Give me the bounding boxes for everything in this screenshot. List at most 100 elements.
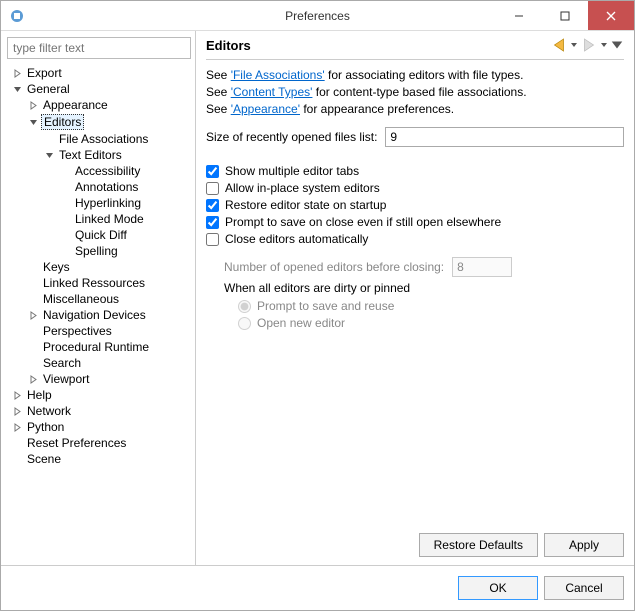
tree-item-label: Annotations [73,180,140,194]
sidebar: ExportGeneralAppearanceEditors File Assoc… [1,31,196,565]
spacer-icon [11,453,23,465]
recent-files-input[interactable] [385,127,624,147]
num-editors-label: Number of opened editors before closing: [224,260,444,274]
window-title: Preferences [285,9,350,23]
tree-item[interactable]: File Associations [7,131,191,147]
tree-item[interactable]: Spelling [7,243,191,259]
spacer-icon [27,261,39,273]
page-title: Editors [206,38,251,53]
spacer-icon [59,181,71,193]
maximize-button[interactable] [542,1,588,30]
tree-item[interactable]: Quick Diff [7,227,191,243]
desc-file-associations: See 'File Associations' for associating … [206,68,624,82]
tree-item[interactable]: Export [7,65,191,81]
tree-item[interactable]: Annotations [7,179,191,195]
expand-icon[interactable] [11,405,23,417]
checkbox[interactable] [206,182,219,195]
tree-item-label: Spelling [73,244,120,258]
tree-item[interactable]: Hyperlinking [7,195,191,211]
close-button[interactable] [588,1,634,30]
checkbox-row: Prompt to save on close even if still op… [206,215,624,229]
tree-item-label: Editors [41,114,84,130]
tree-item[interactable]: Miscellaneous [7,291,191,307]
checkbox[interactable] [206,216,219,229]
expand-icon[interactable] [11,421,23,433]
dialog-footer: OK Cancel [1,566,634,610]
content-types-link[interactable]: 'Content Types' [231,85,313,99]
back-dropdown-icon[interactable] [570,41,578,49]
checkbox[interactable] [206,233,219,246]
preferences-tree[interactable]: ExportGeneralAppearanceEditors File Assoc… [7,63,191,559]
collapse-icon[interactable] [27,116,39,128]
expand-icon[interactable] [11,67,23,79]
apply-button[interactable]: Apply [544,533,624,557]
tree-item[interactable]: Procedural Runtime [7,339,191,355]
checkbox-label: Prompt to save on close even if still op… [225,215,501,229]
tree-item[interactable]: Network [7,403,191,419]
filter-input[interactable] [7,37,191,59]
expand-icon[interactable] [11,389,23,401]
tree-item-label: General [25,82,72,96]
tree-item-label: Network [25,404,73,418]
tree-item[interactable]: Appearance [7,97,191,113]
tree-item[interactable]: Navigation Devices [7,307,191,323]
tree-item[interactable]: Accessibility [7,163,191,179]
collapse-icon[interactable] [43,149,55,161]
checkbox-row: Restore editor state on startup [206,198,624,212]
tree-item-label: Linked Mode [73,212,146,226]
expand-icon[interactable] [27,373,39,385]
recent-files-label: Size of recently opened files list: [206,130,377,144]
tree-item[interactable]: Linked Ressources [7,275,191,291]
back-icon[interactable] [550,37,568,53]
tree-item-label: Scene [25,452,63,466]
tree-item[interactable]: Perspectives [7,323,191,339]
menu-dropdown-icon[interactable] [610,38,624,52]
spacer-icon [27,357,39,369]
tree-item-label: Python [25,420,66,434]
radio-row: Open new editor [238,316,624,330]
tree-item[interactable]: Linked Mode [7,211,191,227]
tree-item[interactable]: Reset Preferences [7,435,191,451]
tree-item[interactable]: Scene [7,451,191,467]
tree-item-label: Text Editors [57,148,124,162]
tree-item-label: Miscellaneous [41,292,121,306]
checkbox[interactable] [206,165,219,178]
minimize-button[interactable] [496,1,542,30]
checkbox[interactable] [206,199,219,212]
tree-item[interactable]: Viewport [7,371,191,387]
spacer-icon [59,245,71,257]
tree-item-label: Keys [41,260,72,274]
checkbox-label: Allow in-place system editors [225,181,380,195]
appearance-link[interactable]: 'Appearance' [231,102,300,116]
tree-item-label: Hyperlinking [73,196,143,210]
tree-item[interactable]: General [7,81,191,97]
collapse-icon[interactable] [11,83,23,95]
restore-defaults-button[interactable]: Restore Defaults [419,533,538,557]
tree-item[interactable]: Text Editors [7,147,191,163]
expand-icon[interactable] [27,99,39,111]
tree-item[interactable]: Editors [7,113,191,131]
tree-item-label: Linked Ressources [41,276,147,290]
file-associations-link[interactable]: 'File Associations' [231,68,325,82]
spacer-icon [59,213,71,225]
radio [238,300,251,313]
tree-item[interactable]: Keys [7,259,191,275]
tree-item-label: Navigation Devices [41,308,148,322]
expand-icon[interactable] [27,309,39,321]
cancel-button[interactable]: Cancel [544,576,624,600]
tree-item-label: File Associations [57,132,150,146]
spacer-icon [43,133,55,145]
forward-dropdown-icon[interactable] [600,41,608,49]
spacer-icon [27,277,39,289]
tree-item-label: Reset Preferences [25,436,128,450]
spacer-icon [59,165,71,177]
spacer-icon [27,325,39,337]
radio-label: Prompt to save and reuse [257,299,394,313]
tree-item[interactable]: Help [7,387,191,403]
tree-item[interactable]: Search [7,355,191,371]
ok-button[interactable]: OK [458,576,538,600]
checkbox-label: Restore editor state on startup [225,198,386,212]
tree-item[interactable]: Python [7,419,191,435]
tree-item-label: Procedural Runtime [41,340,151,354]
tree-item-label: Perspectives [41,324,114,338]
